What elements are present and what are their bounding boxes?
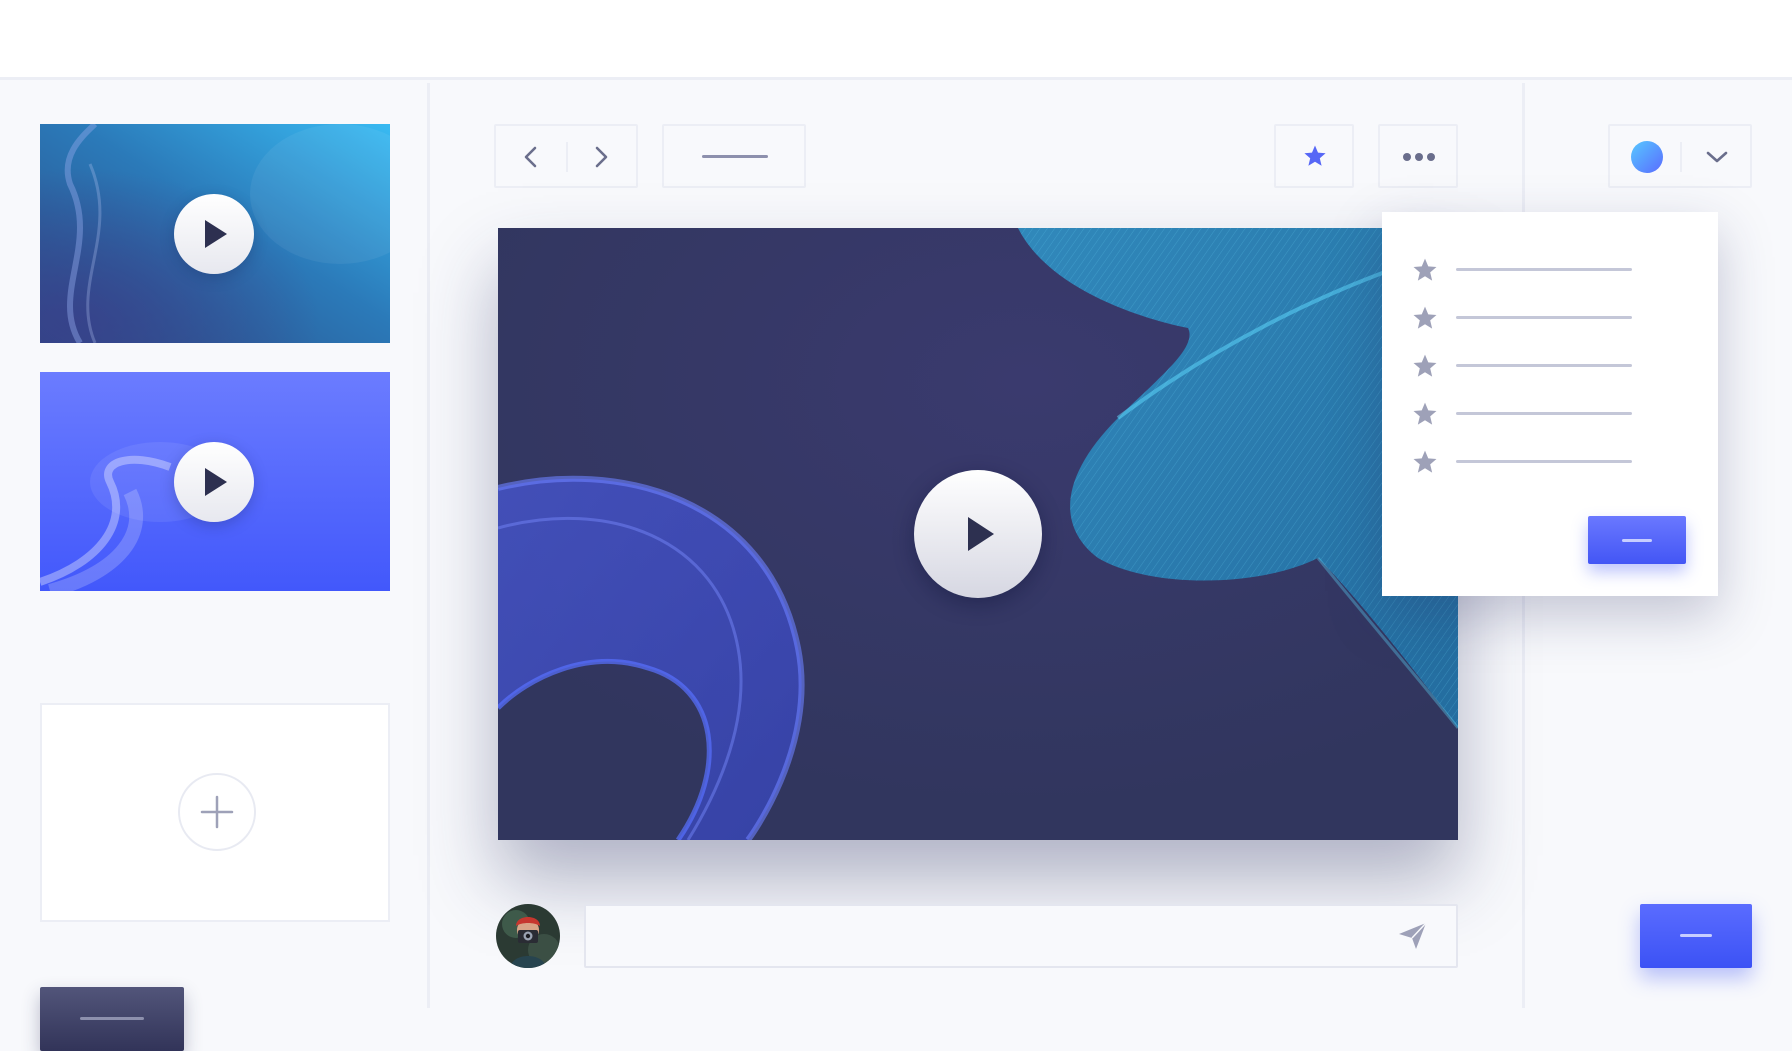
divider <box>1680 142 1682 172</box>
item-placeholder-label <box>1456 460 1632 463</box>
item-placeholder-label <box>1456 268 1632 271</box>
plus-icon <box>200 795 234 829</box>
add-video-button[interactable] <box>178 773 256 851</box>
chevron-right-icon[interactable] <box>594 146 610 168</box>
item-placeholder-label <box>1456 412 1632 415</box>
top-bar <box>0 0 1792 80</box>
button-placeholder-label <box>80 1017 144 1020</box>
history-navigation <box>494 124 638 188</box>
chevron-left-icon[interactable] <box>522 146 538 168</box>
star-icon <box>1413 450 1437 473</box>
play-icon <box>205 220 227 248</box>
dark-action-button[interactable] <box>40 987 184 1051</box>
star-icon <box>1413 258 1437 281</box>
favorite-item[interactable] <box>1412 447 1662 477</box>
user-photo <box>496 904 560 968</box>
star-icon <box>1413 402 1437 425</box>
video-list-panel <box>0 83 430 1051</box>
thumbnail-play-button[interactable] <box>174 194 254 274</box>
button-placeholder-label <box>702 155 768 158</box>
favorites-dropdown <box>1382 212 1718 596</box>
more-options-button[interactable] <box>1378 124 1458 188</box>
comment-input[interactable] <box>584 904 1458 968</box>
add-video-card <box>40 703 390 922</box>
send-icon[interactable] <box>1398 922 1428 950</box>
item-placeholder-label <box>1456 364 1632 367</box>
divider <box>566 142 568 172</box>
toolbar-menu-button[interactable] <box>662 124 806 188</box>
star-icon <box>1413 354 1437 377</box>
star-icon <box>1304 145 1326 166</box>
thumbnail-play-button[interactable] <box>174 442 254 522</box>
video-player[interactable] <box>498 228 1458 840</box>
popup-confirm-button[interactable] <box>1588 516 1686 564</box>
button-placeholder-label <box>1680 934 1712 937</box>
chevron-down-icon <box>1706 151 1728 163</box>
avatar <box>496 904 560 968</box>
ellipsis-icon <box>1403 153 1435 161</box>
favorite-item[interactable] <box>1412 351 1662 381</box>
star-icon <box>1413 306 1437 329</box>
primary-action-button[interactable] <box>1640 904 1752 968</box>
play-icon <box>205 468 227 496</box>
favorite-button[interactable] <box>1274 124 1354 188</box>
avatar-dot <box>1631 141 1663 173</box>
favorite-item[interactable] <box>1412 399 1662 429</box>
video-play-button[interactable] <box>914 470 1042 598</box>
favorite-item[interactable] <box>1412 255 1662 285</box>
item-placeholder-label <box>1456 316 1632 319</box>
video-thumbnail[interactable] <box>40 124 390 343</box>
play-icon <box>968 517 994 551</box>
video-thumbnail[interactable] <box>40 372 390 591</box>
favorite-item[interactable] <box>1412 303 1662 333</box>
button-placeholder-label <box>1622 539 1652 542</box>
account-menu-button[interactable] <box>1608 124 1752 188</box>
